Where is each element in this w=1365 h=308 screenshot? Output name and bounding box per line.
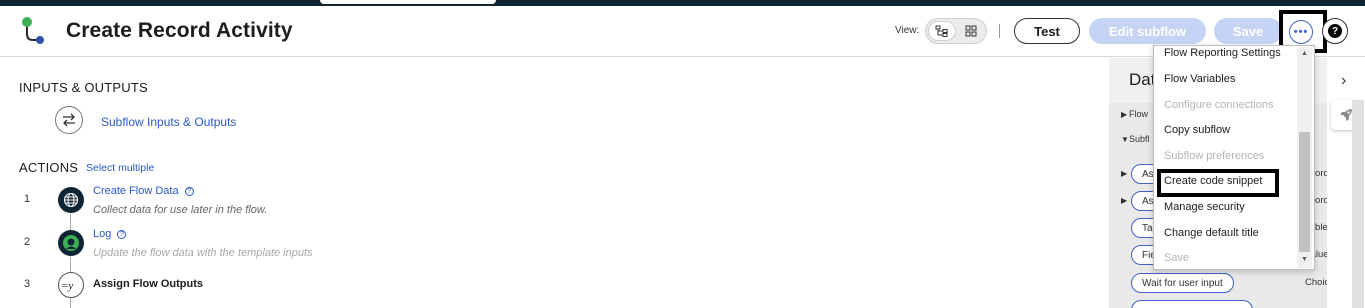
highlight-box-create-code-snippet [1157,169,1279,197]
step-name-label: Create Flow Data [93,185,179,197]
active-tab-indicator [320,0,496,4]
data-pill[interactable] [1131,300,1253,308]
select-multiple-link[interactable]: Select multiple [86,162,154,174]
subflow-inputs-outputs-link[interactable]: Subflow Inputs & Outputs [101,115,236,129]
expand-arrow-icon[interactable]: ▶ [1121,196,1127,205]
save-button[interactable]: Save [1214,18,1282,44]
menu-item-subflow-preferences[interactable]: Subflow preferences [1164,150,1264,162]
menu-item-flow-variables[interactable]: Flow Variables [1164,73,1235,85]
menu-item-manage-security[interactable]: Manage security [1164,201,1245,213]
collapse-arrow-icon[interactable]: ▼ [1121,135,1129,144]
step-name-link[interactable]: Log? [93,228,127,240]
step-description: Update the flow data with the template i… [93,247,313,259]
step-description: Collect data for use later in the flow. [93,204,268,216]
svg-text:=y: =y [61,280,73,292]
data-pill[interactable]: Wait for user input [1131,273,1234,293]
assign-variable-icon: =y [58,272,84,298]
step-connector [70,214,71,230]
swap-arrows-icon [55,106,83,134]
more-actions-menu: Flow Reporting Settings Flow Variables C… [1153,45,1315,270]
menu-item-configure-connections[interactable]: Configure connections [1164,99,1273,111]
view-label: View: [895,25,920,36]
step-number: 1 [24,193,31,205]
step-name[interactable]: Assign Flow Outputs [93,278,203,290]
scrollbar-thumb[interactable] [1299,132,1310,252]
flow-logo-icon [20,16,46,46]
menu-item-flow-reporting-settings[interactable]: Flow Reporting Settings [1164,47,1281,59]
step-connector [70,298,71,308]
help-circle-icon[interactable]: ? [117,230,127,239]
step-name-label: Log [93,228,112,240]
panel-title: Dat [1129,70,1156,89]
help-circle-icon[interactable]: ? [184,187,194,196]
grid-view-icon[interactable] [957,21,985,41]
chevron-right-icon[interactable]: › [1341,72,1346,90]
log-icon [58,230,84,256]
app-window: Create Record Activity View: Test Edit s… [0,0,1365,308]
divider [999,24,1000,38]
view-toggle[interactable] [925,18,987,44]
tree-item[interactable]: Flow [1129,109,1148,119]
step-connector [70,257,71,273]
page-title: Create Record Activity [66,19,293,42]
edit-subflow-button[interactable]: Edit subflow [1089,18,1206,44]
menu-item-copy-subflow[interactable]: Copy subflow [1164,124,1230,136]
step-name-link[interactable]: Create Flow Data? [93,185,194,197]
tree-item[interactable]: Subfl [1129,134,1150,144]
scroll-up-arrow-icon[interactable]: ▲ [1301,50,1308,57]
help-icon: ? [1328,24,1342,38]
inputs-outputs-heading: INPUTS & OUTPUTS [19,80,148,95]
menu-scrollbar[interactable]: ▲ ▼ [1297,47,1312,268]
actions-heading: ACTIONS [19,160,79,175]
scroll-down-arrow-icon[interactable]: ▼ [1301,256,1308,263]
help-button[interactable]: ? [1322,18,1348,44]
panel-scrollbar[interactable] [1352,100,1364,308]
menu-item-change-default-title[interactable]: Change default title [1164,227,1259,239]
expand-arrow-icon[interactable]: ▶ [1121,110,1127,119]
flow-view-icon[interactable] [928,21,956,41]
step-number: 2 [24,236,31,248]
test-button[interactable]: Test [1014,18,1080,44]
menu-item-save[interactable]: Save [1164,252,1189,264]
expand-arrow-icon[interactable]: ▶ [1121,169,1127,178]
step-number: 3 [24,278,31,290]
globe-icon [58,187,84,213]
